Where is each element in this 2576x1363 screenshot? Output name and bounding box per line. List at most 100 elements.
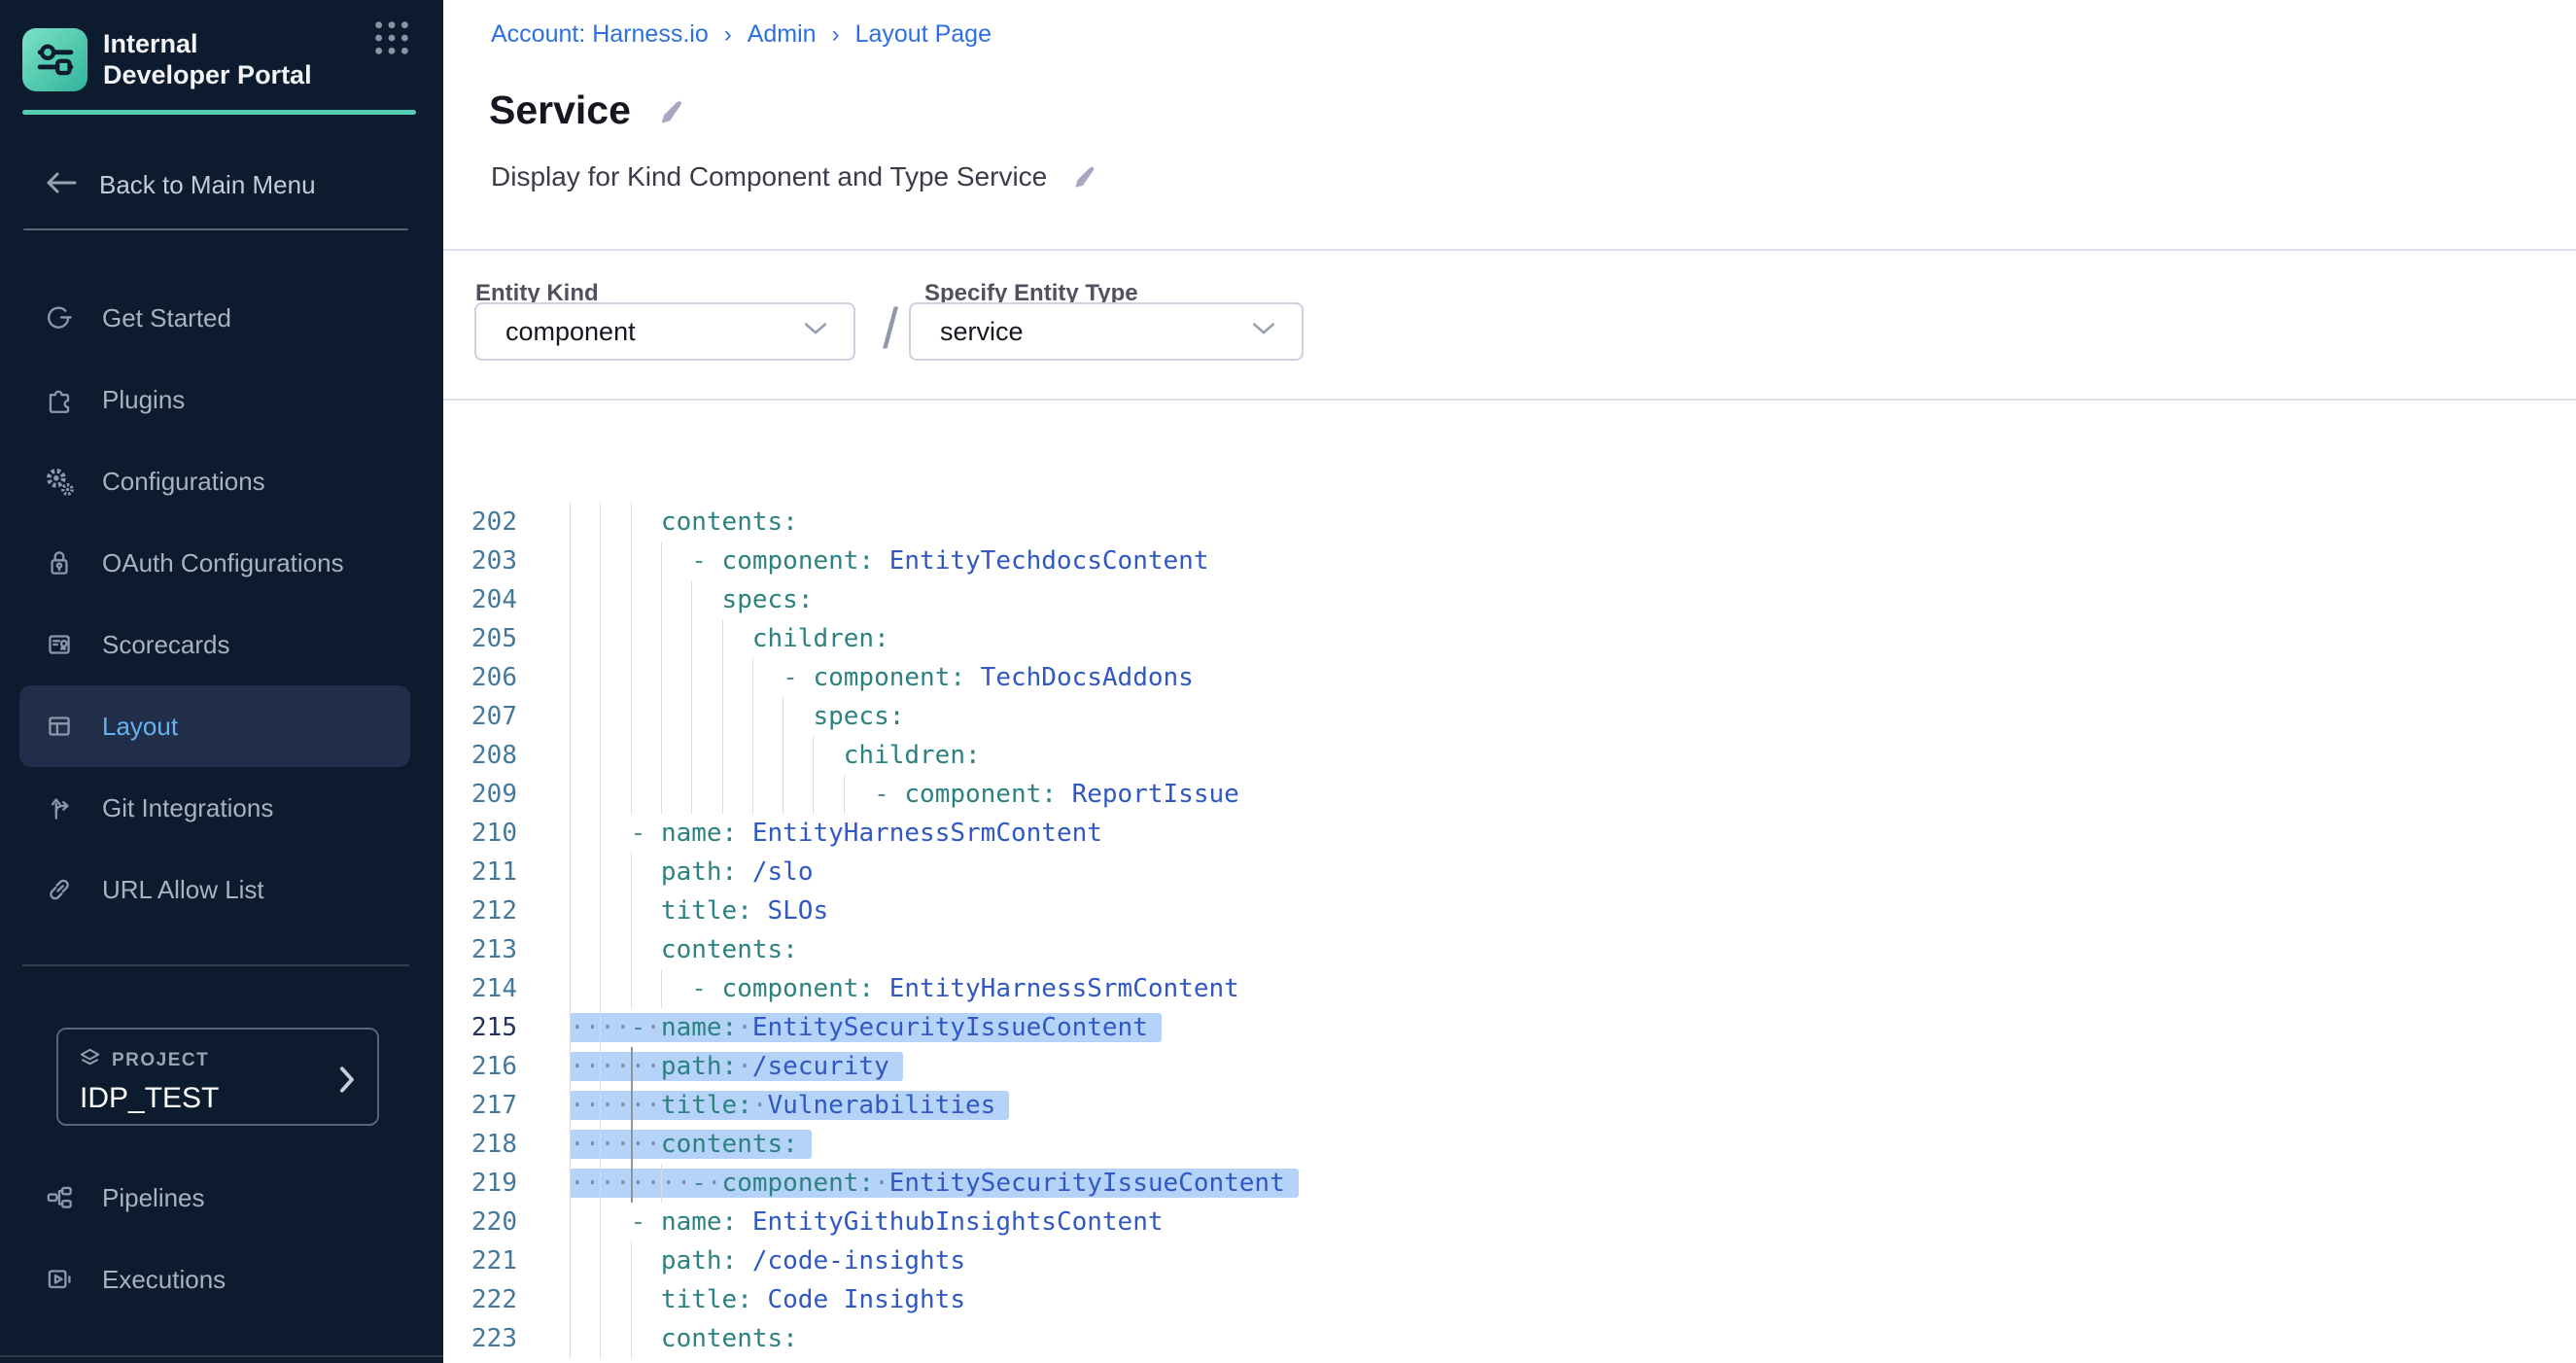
- indent-guide: [570, 891, 571, 930]
- code-line-206[interactable]: 206 - component: TechDocsAddons: [443, 658, 2576, 697]
- code-line-223[interactable]: 223 contents:: [443, 1319, 2576, 1358]
- sidebar-item-url-allow-list[interactable]: URL Allow List: [0, 849, 443, 930]
- indent-guide: [570, 1125, 571, 1164]
- sidebar-item-plugins[interactable]: Plugins: [0, 359, 443, 440]
- indent-guide: [691, 658, 692, 697]
- sidebar-footer-nav: Pipelines Executions: [0, 1157, 443, 1320]
- accent-underline: [22, 110, 416, 115]
- code-line-204[interactable]: 204 specs:: [443, 580, 2576, 619]
- indent-guide: [661, 775, 662, 814]
- indent-guide: [600, 891, 601, 930]
- sidebar-item-label: Scorecards: [102, 630, 230, 660]
- code-line-221[interactable]: 221 path: /code-insights: [443, 1241, 2576, 1280]
- code-line-203[interactable]: 203 - component: EntityTechdocsContent: [443, 542, 2576, 580]
- executions-icon: [43, 1263, 76, 1296]
- indent-guide: [631, 1164, 633, 1203]
- indent-guide: [631, 853, 632, 891]
- indent-guide: [722, 658, 723, 697]
- indent-guide: [722, 619, 723, 658]
- indent-guide: [631, 1241, 632, 1280]
- code-line-text: - component: EntityTechdocsContent: [570, 542, 1208, 580]
- project-name: IDP_TEST: [80, 1082, 358, 1115]
- indent-guide: [631, 542, 632, 580]
- code-line-213[interactable]: 213 contents:: [443, 930, 2576, 969]
- yaml-code-editor[interactable]: 202 contents:203 - component: EntityTech…: [443, 0, 2576, 1363]
- indent-guide: [631, 1125, 633, 1164]
- indent-guide: [631, 1280, 632, 1319]
- code-line-210[interactable]: 210 - name: EntityHarnessSrmContent: [443, 814, 2576, 853]
- indent-guide: [631, 580, 632, 619]
- code-line-text: specs:: [570, 697, 904, 736]
- line-number: 218: [443, 1125, 517, 1164]
- indent-guide: [570, 775, 571, 814]
- line-number: 219: [443, 1164, 517, 1203]
- indent-guide: [600, 930, 601, 969]
- back-to-main-menu[interactable]: Back to Main Menu: [43, 163, 316, 206]
- code-line-209[interactable]: 209 - component: ReportIssue: [443, 775, 2576, 814]
- indent-guide: [570, 1280, 571, 1319]
- code-line-text: - name: EntityGithubInsightsContent: [570, 1203, 1164, 1241]
- indent-guide: [570, 1241, 571, 1280]
- code-line-211[interactable]: 211 path: /slo: [443, 853, 2576, 891]
- sidebar-item-label: URL Allow List: [102, 875, 264, 905]
- indent-guide: [691, 775, 692, 814]
- git-branch-icon: [43, 791, 76, 824]
- indent-guide: [631, 697, 632, 736]
- code-line-214[interactable]: 214 - component: EntityHarnessSrmContent: [443, 969, 2576, 1008]
- sidebar-item-pipelines[interactable]: Pipelines: [0, 1157, 443, 1239]
- pipelines-icon: [43, 1181, 76, 1214]
- apps-grid-icon[interactable]: [371, 17, 412, 63]
- code-line-205[interactable]: 205 children:: [443, 619, 2576, 658]
- indent-guide: [813, 736, 814, 775]
- indent-guide: [600, 697, 601, 736]
- code-line-202[interactable]: 202 contents:: [443, 503, 2576, 542]
- app-title: Internal Developer Portal: [103, 28, 327, 90]
- indent-guide: [600, 969, 601, 1008]
- indent-guide: [600, 814, 601, 853]
- project-selector[interactable]: PROJECT IDP_TEST: [56, 1028, 379, 1126]
- line-number: 210: [443, 814, 517, 853]
- sidebar-item-configurations[interactable]: Configurations: [0, 440, 443, 522]
- code-line-217[interactable]: 217······title:·Vulnerabilities: [443, 1086, 2576, 1125]
- indent-guide: [631, 891, 632, 930]
- sidebar-item-oauth-configurations[interactable]: OAuth Configurations: [0, 522, 443, 604]
- code-line-212[interactable]: 212 title: SLOs: [443, 891, 2576, 930]
- code-line-215[interactable]: 215····-·name:·EntitySecurityIssueConten…: [443, 1008, 2576, 1047]
- code-line-218[interactable]: 218······contents:: [443, 1125, 2576, 1164]
- indent-guide: [570, 542, 571, 580]
- line-number: 209: [443, 775, 517, 814]
- line-number: 213: [443, 930, 517, 969]
- indent-guide: [570, 930, 571, 969]
- sidebar-item-label: Get Started: [102, 303, 231, 333]
- line-number: 214: [443, 969, 517, 1008]
- indent-guide: [570, 1319, 571, 1358]
- sidebar-item-scorecards[interactable]: Scorecards: [0, 604, 443, 685]
- code-line-207[interactable]: 207 specs:: [443, 697, 2576, 736]
- sidebar-item-get-started[interactable]: Get Started: [0, 277, 443, 359]
- indent-guide: [570, 658, 571, 697]
- sidebar-item-git-integrations[interactable]: Git Integrations: [0, 767, 443, 849]
- code-line-222[interactable]: 222 title: Code Insights: [443, 1280, 2576, 1319]
- code-line-text: contents:: [570, 930, 798, 969]
- indent-guide: [600, 503, 601, 542]
- sidebar-item-executions[interactable]: Executions: [0, 1239, 443, 1320]
- sidebar-item-layout[interactable]: Layout: [19, 685, 410, 767]
- indent-guide: [661, 969, 662, 1008]
- line-number: 204: [443, 580, 517, 619]
- code-line-219[interactable]: 219········-·component:·EntitySecurityIs…: [443, 1164, 2576, 1203]
- line-number: 205: [443, 619, 517, 658]
- code-line-text: contents:: [570, 1319, 798, 1358]
- indent-guide: [570, 853, 571, 891]
- indent-guide: [600, 1047, 601, 1086]
- indent-guide: [600, 736, 601, 775]
- code-line-208[interactable]: 208 children:: [443, 736, 2576, 775]
- sidebar-item-label: Pipelines: [102, 1183, 205, 1213]
- indent-guide: [570, 969, 571, 1008]
- code-line-text: ······title:·Vulnerabilities: [570, 1086, 1009, 1125]
- indent-guide: [631, 658, 632, 697]
- sidebar-item-label: Git Integrations: [102, 793, 273, 823]
- code-line-216[interactable]: 216······path:·/security: [443, 1047, 2576, 1086]
- indent-guide: [661, 619, 662, 658]
- oauth-lock-icon: [43, 546, 76, 579]
- code-line-220[interactable]: 220 - name: EntityGithubInsightsContent: [443, 1203, 2576, 1241]
